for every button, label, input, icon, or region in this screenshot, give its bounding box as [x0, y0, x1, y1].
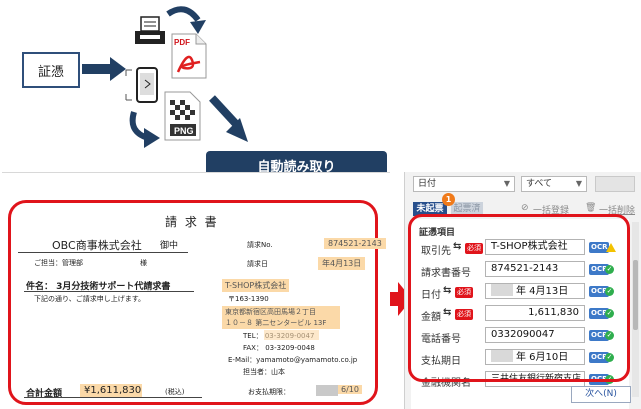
date-filter-select[interactable]: 日付 ▼	[413, 176, 515, 192]
arrow-right-icon	[82, 57, 126, 81]
status-filter-value: すべて	[526, 179, 553, 189]
fields-highlight-frame	[408, 214, 630, 382]
due-label: お支払期限：	[248, 388, 290, 396]
total-amount: ¥1,611,830	[80, 384, 142, 397]
invoice-date-label: 請求日	[247, 260, 268, 268]
invoice-title: 請 求 書	[165, 215, 219, 229]
curved-arrow-icon	[129, 111, 160, 148]
curved-arrow-icon	[166, 6, 206, 34]
vendor-fax: FAX： 03-3209-0048	[243, 344, 315, 352]
vendor-email: E-Mail：yamamoto@yamamoto.co.jp	[228, 356, 358, 364]
tax-label: (税込)	[165, 388, 185, 396]
unregistered-count-badge: 1	[442, 193, 455, 206]
trash-icon: 🗑	[585, 203, 597, 213]
chevron-down-icon: ▼	[575, 179, 582, 188]
pdf-file-icon: PDF	[171, 33, 207, 79]
next-button[interactable]: 次へ(N)	[571, 386, 631, 403]
chevron-down-icon: ▼	[503, 179, 510, 188]
due-value: 6/10	[338, 385, 362, 394]
invoice-recipient: OBC商事株式会社	[52, 239, 142, 252]
date-filter-value: 日付	[418, 179, 437, 189]
svg-text:PDF: PDF	[174, 38, 190, 47]
invoice-contact: ご担当：管理部	[34, 259, 83, 267]
vendor-address-2: １０－８ 第二センタービル 13F	[222, 317, 340, 329]
png-file-icon: PNG	[164, 91, 201, 141]
invoice-sama: 様	[140, 259, 147, 267]
status-filter-select[interactable]: すべて ▼	[521, 176, 587, 192]
vendor-zip: 〒163-1390	[228, 295, 269, 303]
invoice-onchu: 御中	[160, 241, 179, 251]
tel-highlight	[264, 330, 319, 340]
arrow-down-right-icon	[209, 95, 248, 142]
invoice-note: 下記の通り、ご請求申し上げます。	[34, 295, 146, 303]
printer-icon	[135, 16, 165, 44]
vendor-name: T-SHOP株式会社	[222, 279, 290, 292]
scrollbar-thumb[interactable]	[633, 260, 638, 330]
recipient-underline	[18, 252, 188, 253]
invoice-no-value: 874521-2143	[324, 238, 386, 249]
smartphone-icon	[125, 67, 158, 103]
vendor-staff: 担当者：山本	[243, 368, 285, 376]
svg-text:PNG: PNG	[174, 126, 194, 136]
subject-underline	[24, 291, 194, 292]
check-circle-icon: ⊘	[521, 203, 529, 213]
invoice-no-label: 請求No.	[247, 241, 273, 249]
invoice-date-value: 年4月13日	[318, 257, 366, 270]
toolbar-button[interactable]	[595, 176, 635, 192]
due-year-mask	[316, 385, 338, 396]
total-underline	[24, 397, 202, 398]
